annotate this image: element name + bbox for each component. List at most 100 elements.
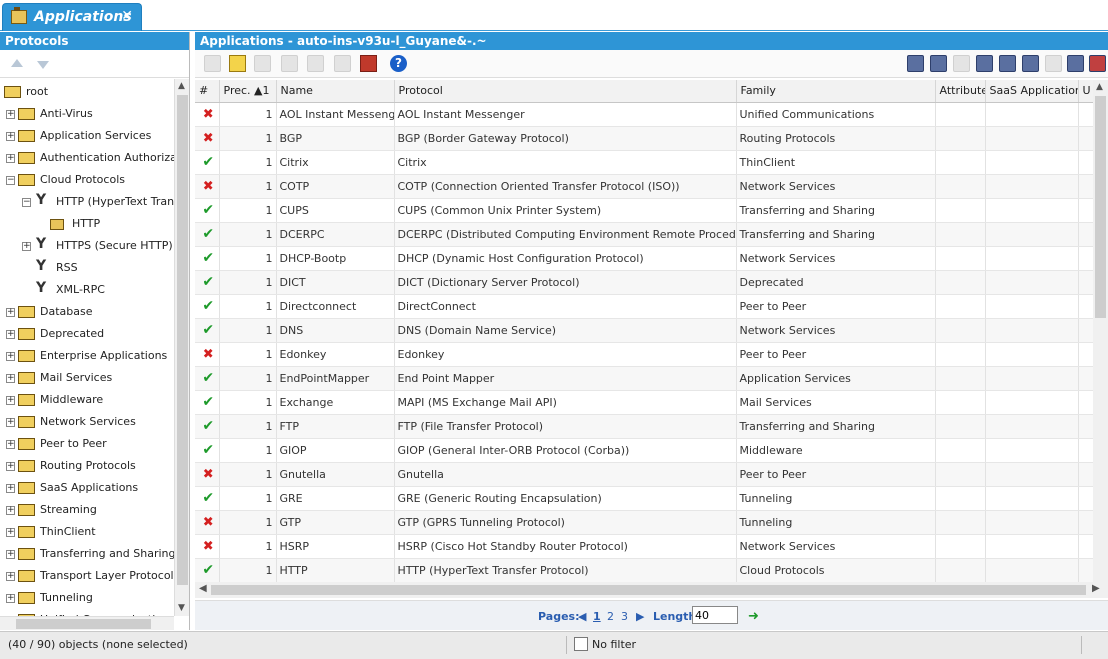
column-header[interactable]: Name — [276, 80, 395, 103]
scroll-thumb[interactable] — [211, 585, 1086, 595]
tree-node[interactable]: + Transport Layer Protocols — [6, 565, 174, 587]
expand-icon[interactable]: + — [6, 307, 15, 317]
expand-icon[interactable]: + — [6, 329, 15, 339]
expand-icon[interactable]: + — [6, 571, 15, 581]
tree-node[interactable]: RSS — [22, 255, 78, 279]
tree-node[interactable]: + Streaming — [6, 499, 97, 521]
close-icon[interactable]: ✕ — [121, 8, 133, 24]
expand-icon[interactable]: + — [6, 483, 15, 493]
scroll-right-icon[interactable]: ▶ — [1092, 583, 1100, 594]
select-all-icon[interactable] — [1067, 55, 1084, 72]
scroll-thumb[interactable] — [1095, 96, 1106, 318]
scroll-up-icon[interactable]: ▲ — [178, 81, 185, 91]
tree-node[interactable]: + Database — [6, 301, 93, 323]
expand-icon[interactable]: + — [6, 439, 15, 449]
new-icon[interactable] — [229, 55, 246, 72]
table-row[interactable]: ✔ 1 Citrix Citrix ThinClient — [195, 150, 1093, 175]
tree-node[interactable]: − Cloud Protocols — [6, 169, 125, 191]
collapse-icon[interactable]: − — [6, 175, 15, 185]
grid-vertical-scrollbar[interactable]: ▲ — [1093, 80, 1108, 582]
page-link-2[interactable]: 2 — [607, 610, 614, 623]
edit-icon[interactable] — [281, 55, 298, 72]
tab-applications[interactable]: Applications ✕ — [2, 3, 142, 31]
filter-icon[interactable] — [574, 637, 588, 651]
tree-node[interactable]: XML-RPC — [22, 277, 105, 301]
tree-node[interactable]: HTTP — [38, 213, 100, 235]
column-header[interactable]: Family — [736, 80, 936, 103]
zoom-icon[interactable] — [1045, 55, 1062, 72]
tree-node[interactable]: + Routing Protocols — [6, 455, 136, 477]
tree-node[interactable]: + Authentication Authorization — [6, 147, 174, 169]
page-length-input[interactable] — [692, 606, 738, 624]
expand-icon[interactable]: + — [6, 461, 15, 471]
column-header[interactable]: U — [1078, 80, 1093, 103]
tree-node[interactable]: + HTTPS (Secure HTTP) — [22, 233, 173, 257]
copy-icon[interactable] — [254, 55, 271, 72]
expand-icon[interactable]: + — [6, 351, 15, 361]
expand-icon[interactable]: + — [6, 109, 15, 119]
table-row[interactable]: ✖ 1 COTP COTP (Connection Oriented Transfer… — [195, 174, 1093, 199]
grid-horizontal-scrollbar[interactable]: ◀ ▶ — [195, 582, 1108, 598]
expand-icon[interactable]: + — [6, 395, 15, 405]
expand-icon[interactable]: + — [6, 417, 15, 427]
scroll-thumb[interactable] — [177, 95, 188, 585]
tree-node[interactable]: + Transferring and Sharing — [6, 543, 174, 565]
column-header[interactable]: Attribute — [935, 80, 986, 103]
delete-icon[interactable] — [307, 55, 324, 72]
column-header[interactable]: Protocol — [394, 80, 737, 103]
page-link-3[interactable]: 3 — [621, 610, 628, 623]
expand-icon[interactable]: + — [6, 373, 15, 383]
help-icon[interactable]: ? — [390, 55, 407, 72]
tree-node[interactable]: + Peer to Peer — [6, 433, 107, 455]
table-row[interactable]: ✔ 1 DHCP-Bootp DHCP (Dynamic Host Configura… — [195, 246, 1093, 271]
database-icon[interactable] — [1022, 55, 1039, 72]
tree-vertical-scrollbar[interactable]: ▲ ▼ — [174, 79, 189, 616]
tree-node[interactable]: + Middleware — [6, 389, 103, 411]
next-page-icon[interactable]: ▶ — [636, 610, 644, 623]
prev-page-icon[interactable]: ◀ — [578, 610, 586, 623]
table-row[interactable]: ✔ 1 CUPS CUPS (Common Unix Printer System) T… — [195, 198, 1093, 223]
table-row[interactable]: ✖ 1 AOL Instant Messenger AOL Instant Messe… — [195, 102, 1093, 127]
scroll-left-icon[interactable]: ◀ — [199, 583, 207, 594]
table-row[interactable]: ✔ 1 Exchange MAPI (MS Exchange Mail API) Mai… — [195, 390, 1093, 415]
column-header[interactable]: SaaS Application — [985, 80, 1079, 103]
scroll-down-icon[interactable]: ▼ — [178, 603, 185, 613]
tree-node[interactable]: + Application Services — [6, 125, 151, 147]
expand-icon[interactable]: + — [6, 131, 15, 141]
export-icon[interactable] — [360, 55, 377, 72]
move-icon[interactable] — [334, 55, 351, 72]
tree-node[interactable]: +Unified Communications — [6, 609, 174, 616]
remove-row-icon[interactable] — [953, 55, 970, 72]
move-down-icon[interactable] — [37, 61, 49, 69]
column-header[interactable]: # — [195, 80, 220, 103]
tree-node[interactable]: + ThinClient — [6, 521, 96, 543]
tree-node[interactable]: + Network Services — [6, 411, 136, 433]
table-row[interactable]: ✖ 1 Gnutella Gnutella Peer to Peer — [195, 462, 1093, 487]
collapse-icon[interactable]: − — [22, 197, 31, 207]
sort-icon[interactable] — [976, 55, 993, 72]
add-row-icon[interactable] — [930, 55, 947, 72]
table-row[interactable]: ✔ 1 EndPointMapper End Point Mapper Applicat… — [195, 366, 1093, 391]
table-row[interactable]: ✖ 1 BGP BGP (Border Gateway Protocol) Routin… — [195, 126, 1093, 151]
table-row[interactable]: ✔ 1 DNS DNS (Domain Name Service) Network Se… — [195, 318, 1093, 343]
table-row[interactable]: ✔ 1 FTP FTP (File Transfer Protocol) Transfe… — [195, 414, 1093, 439]
expand-icon[interactable]: + — [6, 549, 15, 559]
table-row[interactable]: ✔ 1 GIOP GIOP (General Inter-ORB Protocol (… — [195, 438, 1093, 463]
search-icon[interactable] — [204, 55, 221, 72]
tree-node[interactable]: root — [4, 81, 48, 103]
table-row[interactable]: ✔ 1 GRE GRE (Generic Routing Encapsulation)… — [195, 486, 1093, 511]
scroll-up-icon[interactable]: ▲ — [1096, 82, 1103, 92]
table-row[interactable]: ✔ 1 DCERPC DCERPC (Distributed Computing En… — [195, 222, 1093, 247]
tree-node[interactable]: − HTTP (HyperText Transfer Protocol) — [22, 189, 174, 213]
tree-node[interactable]: + Tunneling — [6, 587, 93, 609]
clear-selection-icon[interactable] — [1089, 55, 1106, 72]
tree-node[interactable]: + SaaS Applications — [6, 477, 138, 499]
table-row[interactable]: ✔ 1 HTTP HTTP (HyperText Transfer Protocol)… — [195, 558, 1093, 582]
table-row[interactable]: ✔ 1 Directconnect DirectConnect Peer to Peer — [195, 294, 1093, 319]
column-header[interactable]: Prec. ▲1 — [219, 80, 277, 103]
page-link-1[interactable]: 1 — [593, 610, 601, 623]
tree-node[interactable]: + Anti-Virus — [6, 103, 93, 125]
table-row[interactable]: ✖ 1 Edonkey Edonkey Peer to Peer — [195, 342, 1093, 367]
tree-horizontal-scrollbar[interactable] — [0, 616, 174, 630]
expand-icon[interactable]: + — [6, 505, 15, 515]
